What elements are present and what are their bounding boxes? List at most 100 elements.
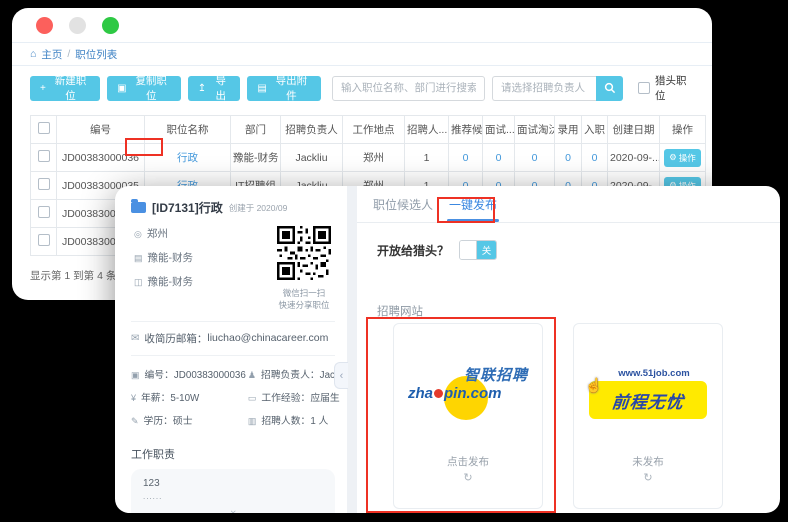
count-link[interactable]: 0 bbox=[592, 152, 598, 164]
education-icon: ✎ bbox=[131, 416, 139, 426]
operation-button[interactable]: ⚙操作 bbox=[664, 149, 701, 167]
site-card-zhaopin[interactable]: 智联招聘 zhapin.com 点击发布 ↻ bbox=[393, 323, 543, 509]
job51-logo-url: www.51job.com bbox=[601, 368, 707, 379]
tab-candidates[interactable]: 职位候选人 bbox=[371, 186, 435, 222]
copy-position-button[interactable]: ▣ 复制职位 bbox=[107, 76, 181, 101]
position-name-cell: 行政 bbox=[145, 144, 231, 172]
job51-logo: www.51job.com 前程无忧 ☝ bbox=[589, 368, 707, 419]
position-name-link[interactable]: 行政 bbox=[177, 152, 198, 164]
count-cell: 0 bbox=[582, 144, 608, 172]
position-fields: ▣编号：JD00383000036♟招聘负责人：Jackliu¥年薪：5-10W… bbox=[131, 367, 335, 427]
position-detail-panel: [ID7131]行政 创建于 2020/09 ◎郑州▤豫能-财务◫豫能-财务 bbox=[115, 186, 347, 513]
row-checkbox[interactable] bbox=[38, 206, 50, 218]
export-button[interactable]: ↥ 导出 bbox=[188, 76, 241, 101]
headhunter-toggle[interactable]: 关 bbox=[459, 240, 497, 260]
org-icon: ◫ bbox=[134, 277, 143, 287]
header-cell: 操作 bbox=[660, 116, 706, 144]
attachment-icon: ▤ bbox=[257, 83, 266, 94]
row-checkbox[interactable] bbox=[38, 150, 50, 162]
breadcrumb-current: 职位列表 bbox=[75, 47, 117, 62]
header-cell: 编号 bbox=[57, 116, 145, 144]
duty-text: 123 bbox=[143, 478, 323, 489]
qr-code bbox=[277, 226, 331, 280]
count-link[interactable]: 0 bbox=[463, 152, 469, 164]
window-titlebar bbox=[12, 8, 712, 42]
position-title: [ID7131]行政 bbox=[152, 199, 223, 216]
publish-status[interactable]: 未发布 bbox=[574, 454, 722, 469]
expand-chevron-icon[interactable]: » bbox=[143, 507, 323, 513]
header-cell: 招聘负责人 bbox=[281, 116, 343, 144]
field-item: ¥年薪：5-10W bbox=[131, 390, 246, 404]
count-cell: 1 bbox=[405, 144, 449, 172]
count-cell: 0 bbox=[515, 144, 555, 172]
building-icon: ▤ bbox=[134, 253, 143, 263]
tab-one-click-publish[interactable]: 一键发布 bbox=[447, 186, 499, 222]
select-all-checkbox[interactable] bbox=[38, 122, 50, 134]
panel-divider: ‹ bbox=[347, 186, 357, 513]
meta-item: ◫豫能-财务 bbox=[134, 274, 273, 289]
toggle-state-label: 关 bbox=[477, 241, 496, 259]
id-icon: ▣ bbox=[131, 370, 140, 380]
position-id-cell: JD00383000036 bbox=[57, 144, 145, 172]
new-position-button[interactable]: + 新建职位 bbox=[30, 76, 100, 101]
toggle-handle bbox=[460, 241, 477, 259]
header-cell: 工作地点 bbox=[343, 116, 405, 144]
count-link[interactable]: 0 bbox=[496, 152, 502, 164]
gear-icon: ⚙ bbox=[669, 152, 677, 163]
row-checkbox[interactable] bbox=[38, 234, 50, 246]
row-checkbox-cell bbox=[31, 172, 57, 200]
created-date: 创建于 2020/09 bbox=[229, 202, 288, 214]
row-checkbox[interactable] bbox=[38, 178, 50, 190]
location-icon: ◎ bbox=[134, 229, 142, 239]
count-link[interactable]: 0 bbox=[565, 152, 571, 164]
header-cell: 入职 bbox=[582, 116, 608, 144]
position-detail-modal: [ID7131]行政 创建于 2020/09 ◎郑州▤豫能-财务◫豫能-财务 bbox=[115, 186, 780, 513]
copy-icon: ▣ bbox=[117, 83, 126, 94]
field-item: ▥招聘人数：1 人 bbox=[248, 413, 347, 427]
plus-icon: + bbox=[40, 83, 46, 94]
search-icon bbox=[604, 82, 616, 94]
refresh-icon[interactable]: ↻ bbox=[394, 471, 542, 484]
toolbar: + 新建职位 ▣ 复制职位 ↥ 导出 ▤ 导出附件 猎头职 bbox=[12, 66, 712, 109]
headhunter-checkbox-label: 猎头职位 bbox=[655, 73, 694, 103]
breadcrumb-separator: / bbox=[67, 48, 70, 60]
search-button[interactable] bbox=[596, 76, 623, 101]
collapse-panel-button[interactable]: ‹ bbox=[334, 362, 348, 389]
header-cell: 面试... bbox=[483, 116, 515, 144]
recruitment-sites-label: 招聘网站 bbox=[377, 303, 780, 319]
field-item: ♟招聘负责人：Jackliu bbox=[248, 367, 347, 381]
table-header: 编号职位名称部门招聘负责人工作地点招聘人...推荐候...面试...面试淘汰录用… bbox=[31, 116, 706, 144]
headcount-icon: ▥ bbox=[248, 416, 257, 426]
breadcrumb-home[interactable]: 主页 bbox=[41, 47, 62, 62]
maximize-window-icon[interactable] bbox=[102, 17, 119, 34]
export-attachments-button[interactable]: ▤ 导出附件 bbox=[247, 76, 321, 101]
refresh-icon[interactable]: ↻ bbox=[574, 471, 722, 484]
publish-status[interactable]: 点击发布 bbox=[394, 454, 542, 469]
experience-icon: ▭ bbox=[248, 393, 257, 403]
breadcrumb: ⌂ 主页 / 职位列表 bbox=[12, 42, 712, 66]
table-row: JD00383000036行政豫能-财务Jackliu郑州1000002020-… bbox=[31, 144, 706, 172]
header-cell: 职位名称 bbox=[145, 116, 231, 144]
job51-logo-cn: 前程无忧 bbox=[611, 388, 686, 413]
row-checkbox-cell bbox=[31, 144, 57, 172]
meta-item: ◎郑州 bbox=[134, 226, 273, 241]
zhaopin-logo-cn: 智联招聘 bbox=[464, 364, 528, 385]
count-cell: 0 bbox=[483, 144, 515, 172]
minimize-window-icon[interactable] bbox=[69, 17, 86, 34]
recruiter-select-input[interactable] bbox=[492, 76, 596, 101]
search-input[interactable] bbox=[332, 76, 485, 101]
position-meta-list: ◎郑州▤豫能-财务◫豫能-财务 bbox=[131, 226, 273, 312]
duty-section-title: 工作职责 bbox=[131, 446, 335, 462]
row-checkbox-cell bbox=[31, 228, 57, 256]
headhunter-checkbox[interactable] bbox=[638, 82, 650, 94]
headhunter-question-label: 开放给猎头？ bbox=[377, 242, 449, 259]
field-item: ▣编号：JD00383000036 bbox=[131, 367, 246, 381]
header-cell: 面试淘汰 bbox=[515, 116, 555, 144]
mail-icon: ✉ bbox=[131, 333, 139, 344]
person-icon: ♟ bbox=[248, 370, 256, 380]
close-window-icon[interactable] bbox=[36, 17, 53, 34]
header-cell: 录用 bbox=[555, 116, 582, 144]
count-link[interactable]: 0 bbox=[532, 152, 538, 164]
header-cell-checkbox bbox=[31, 116, 57, 144]
site-card-51job[interactable]: www.51job.com 前程无忧 ☝ 未发布 ↻ bbox=[573, 323, 723, 509]
